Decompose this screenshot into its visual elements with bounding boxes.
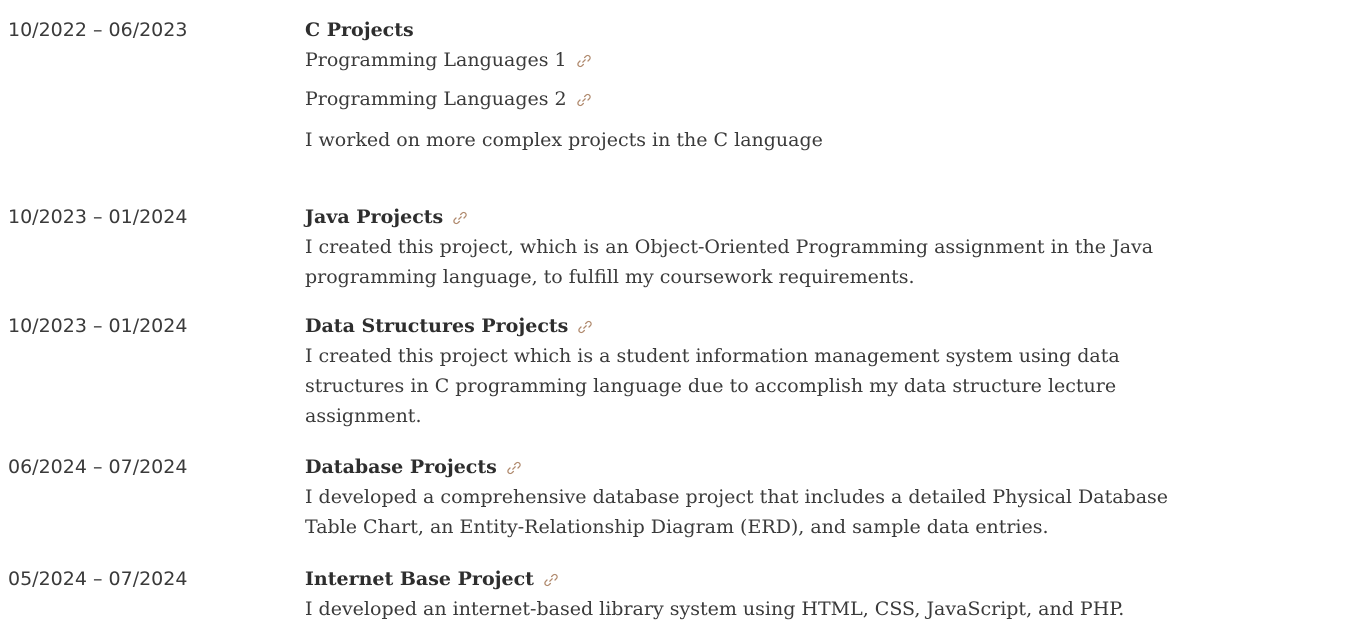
project-link-label[interactable]: Programming Languages 2: [305, 84, 567, 114]
project-title: Java Projects: [305, 206, 444, 228]
project-description: I worked on more complex projects in the…: [305, 129, 823, 151]
project-content: Java Projects I created this project, wh…: [305, 202, 1350, 292]
project-title: Internet Base Project: [305, 568, 534, 590]
project-content: Internet Base Project I developed an int…: [305, 564, 1350, 624]
project-link[interactable]: Programming Languages 2: [305, 84, 1350, 114]
link-icon[interactable]: [506, 460, 522, 476]
project-date: 06/2024 – 07/2024: [8, 456, 188, 478]
link-icon[interactable]: [576, 53, 592, 69]
project-date: 10/2023 – 01/2024: [8, 315, 188, 337]
project-content: C Projects Programming Languages 1 Progr…: [305, 15, 1350, 155]
link-icon[interactable]: [543, 572, 559, 588]
project-description: I created this project which is a studen…: [305, 345, 1120, 427]
project-date: 10/2022 – 06/2023: [8, 19, 188, 41]
link-icon[interactable]: [577, 319, 593, 335]
project-description: I created this project, which is an Obje…: [305, 236, 1154, 288]
project-title: Database Projects: [305, 456, 497, 478]
project-title: C Projects: [305, 19, 414, 41]
project-date: 10/2023 – 01/2024: [8, 206, 188, 228]
project-link[interactable]: Programming Languages 1: [305, 45, 1350, 75]
project-description: I developed a comprehensive database pro…: [305, 486, 1169, 538]
project-content: Database Projects I developed a comprehe…: [305, 452, 1350, 542]
projects-list: 10/2022 – 06/2023 C Projects Programming…: [0, 0, 1359, 644]
project-title: Data Structures Projects: [305, 315, 569, 337]
project-content: Data Structures Projects I created this …: [305, 311, 1350, 431]
project-link-label[interactable]: Programming Languages 1: [305, 45, 567, 75]
project-date: 05/2024 – 07/2024: [8, 568, 188, 590]
project-description: I developed an internet-based library sy…: [305, 598, 1125, 620]
link-icon[interactable]: [576, 92, 592, 108]
link-icon[interactable]: [452, 210, 468, 226]
